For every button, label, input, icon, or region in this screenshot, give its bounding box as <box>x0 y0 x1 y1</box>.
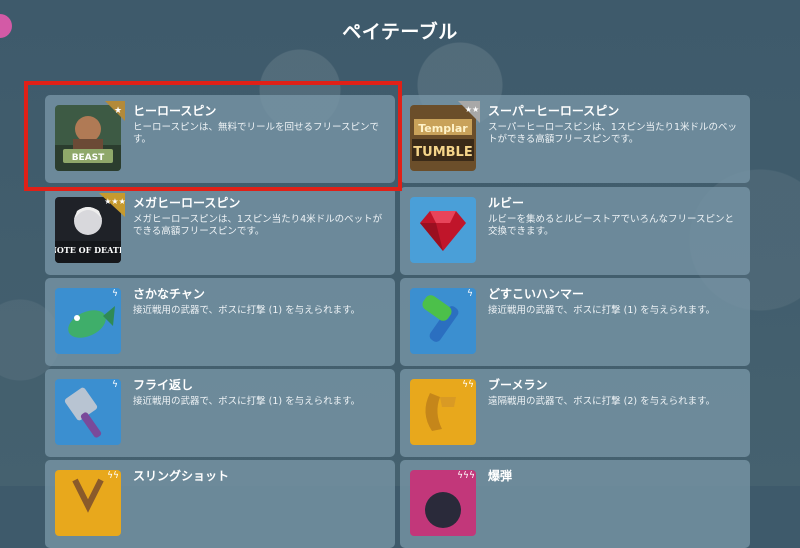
svg-text:BEAST: BEAST <box>72 153 105 163</box>
item-name: どすこいハンマー <box>488 287 585 301</box>
svg-text:NOTE OF DEATH: NOTE OF DEATH <box>55 245 121 255</box>
paytable-card-boomerang[interactable]: ϟϟ ブーメラン 遠隔戦用の武器で、ボスに打撃 (2) を与えられます。 <box>400 369 750 457</box>
item-name: 爆弾 <box>488 469 513 483</box>
item-name: スーパーヒーロースピン <box>488 104 620 118</box>
triple-bolt-ribbon-icon: ϟϟϟ <box>457 471 475 481</box>
item-description: 接近戦用の武器で、ボスに打撃 (1) を与えられます。 <box>488 305 716 316</box>
item-name: ルビー <box>488 196 525 210</box>
svg-text:ϟ: ϟ <box>112 380 118 390</box>
paytable-card-hammer[interactable]: ϟ どすこいハンマー 接近戦用の武器で、ボスに打撃 (1) を与えられます。 <box>400 278 750 366</box>
bolt-ribbon-icon: ϟ <box>112 289 118 299</box>
bolt-ribbon-icon: ϟ <box>112 380 118 390</box>
svg-text:ϟ: ϟ <box>112 289 118 299</box>
double-bolt-ribbon-icon: ϟϟ <box>462 380 474 390</box>
item-name: スリングショット <box>133 469 230 483</box>
item-description: ルビーを集めるとルビーストアでいろんなフリースピンと交換できます。 <box>488 214 735 237</box>
paytable-card-mega-hero-spin[interactable]: NOTE OF DEATH ★★★ メガヒーロースピン メガヒーロースピンは、1… <box>45 187 395 275</box>
svg-text:ϟ: ϟ <box>467 289 473 299</box>
paytable-card-fish[interactable]: ϟ さかなチャン 接近戦用の武器で、ボスに打撃 (1) を与えられます。 <box>45 278 395 366</box>
two-star-ribbon-icon: ★★ <box>458 101 480 123</box>
paytable-card-slingshot[interactable]: ϟϟ スリングショット <box>45 460 395 548</box>
three-star-ribbon-icon: ★★★ <box>99 193 125 217</box>
paytable-card-bomb[interactable]: ϟϟϟ 爆弾 <box>400 460 750 548</box>
item-description: 接近戦用の武器で、ボスに打撃 (1) を与えられます。 <box>133 396 361 407</box>
item-name: メガヒーロースピン <box>133 196 241 210</box>
item-name: ヒーロースピン <box>133 104 217 118</box>
item-name: さかなチャン <box>133 287 205 301</box>
star-ribbon-icon: ★ <box>105 101 125 121</box>
svg-text:ϟϟϟ: ϟϟϟ <box>457 471 475 481</box>
paytable-card-super-hero-spin[interactable]: Templar TUMBLE ★★ スーパーヒーロースピン スーパーヒーロースピ… <box>400 95 750 183</box>
item-description: メガヒーロースピンは、1スピン当たり4米ドルのベットができる高額フリースピンです… <box>133 214 383 237</box>
item-description: スーパーヒーロースピンは、1スピン当たり1米ドルのベットができる高額フリースピン… <box>488 122 738 145</box>
bolt-ribbon-icon: ϟ <box>467 289 473 299</box>
svg-text:TUMBLE: TUMBLE <box>413 145 472 160</box>
paytable-card-spatula[interactable]: ϟ フライ返し 接近戦用の武器で、ボスに打撃 (1) を与えられます。 <box>45 369 395 457</box>
item-description: 接近戦用の武器で、ボスに打撃 (1) を与えられます。 <box>133 305 361 316</box>
svg-text:★: ★ <box>114 106 122 116</box>
paytable-card-hero-spin[interactable]: BEAST ★ ヒーロースピン ヒーロースピンは、無料でリールを回せるフリースピ… <box>45 95 395 183</box>
svg-text:ϟϟ: ϟϟ <box>107 471 119 481</box>
svg-text:★★: ★★ <box>465 105 479 114</box>
page-title: ペイテーブル <box>342 21 458 43</box>
svg-text:★★★: ★★★ <box>104 197 125 206</box>
item-description: ヒーロースピンは、無料でリールを回せるフリースピンです。 <box>133 122 380 145</box>
svg-text:ϟϟ: ϟϟ <box>462 380 474 390</box>
paytable-card-ruby[interactable]: ルビー ルビーを集めるとルビーストアでいろんなフリースピンと交換できます。 <box>400 187 750 275</box>
ruby-icon <box>410 197 476 263</box>
item-name: フライ返し <box>133 378 194 392</box>
item-description: 遠隔戦用の武器で、ボスに打撃 (2) を与えられます。 <box>488 396 716 407</box>
item-name: ブーメラン <box>488 378 548 392</box>
double-bolt-ribbon-icon: ϟϟ <box>107 471 119 481</box>
